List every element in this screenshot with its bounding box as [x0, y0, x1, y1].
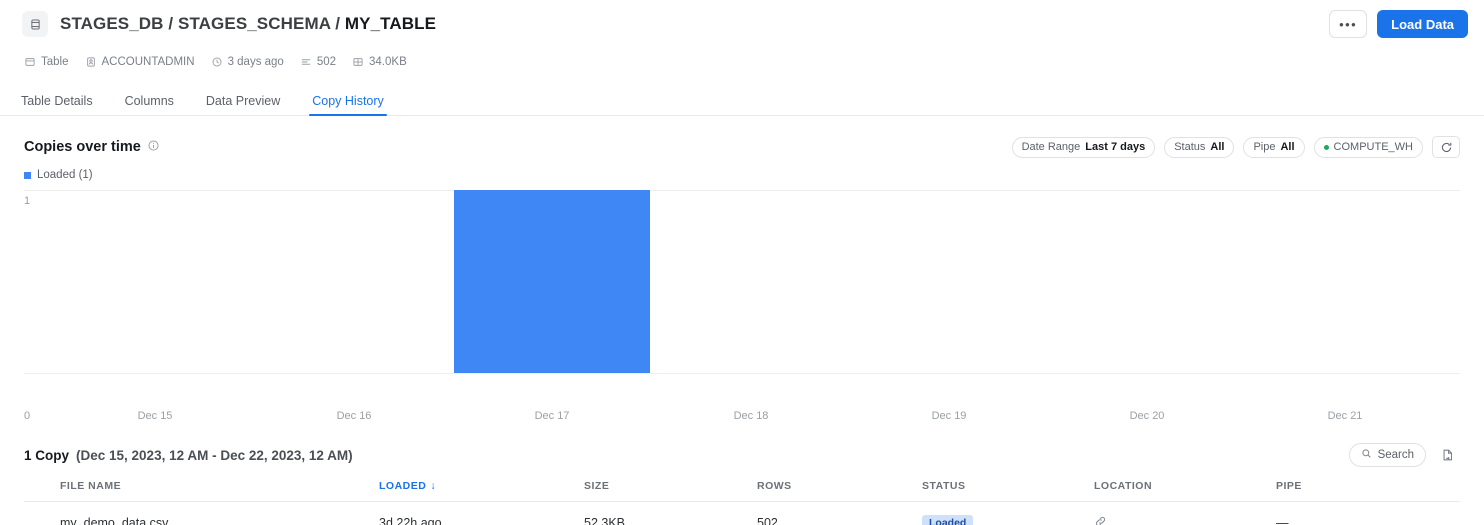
col-rows[interactable]: ROWS [757, 470, 922, 502]
x-tick-dec-17: Dec 17 [535, 410, 570, 422]
x-tick-dec-15: Dec 15 [138, 410, 173, 422]
filter-date-range-value: Last 7 days [1085, 141, 1145, 153]
user-badge-icon [85, 56, 97, 68]
x-tick-dec-18: Dec 18 [734, 410, 769, 422]
copies-date-range: (Dec 15, 2023, 12 AM - Dec 22, 2023, 12 … [76, 448, 353, 463]
gridline-bottom [24, 373, 1460, 374]
load-data-button[interactable]: Load Data [1377, 10, 1468, 38]
bar-dec-17[interactable] [454, 190, 650, 373]
meta-modified-label: 3 days ago [228, 56, 284, 68]
table-icon [24, 56, 36, 68]
rows-icon [300, 56, 312, 68]
meta-owner: ACCOUNTADMIN [85, 56, 195, 68]
meta-modified: 3 days ago [211, 56, 284, 68]
status-dot-icon [1324, 145, 1329, 150]
x-tick-dec-21: Dec 21 [1328, 410, 1363, 422]
meta-size-label: 34.0KB [369, 56, 407, 68]
gridline-top [24, 190, 1460, 191]
col-location[interactable]: LOCATION [1094, 470, 1276, 502]
chart-plot-area: 1 [24, 190, 1460, 406]
cell-location [1094, 502, 1276, 525]
y-tick-0: 0 [24, 410, 30, 422]
meta-owner-label: ACCOUNTADMIN [102, 56, 195, 68]
meta-object-type: Table [24, 56, 69, 68]
x-tick-dec-19: Dec 19 [932, 410, 967, 422]
col-loaded[interactable]: LOADED ↓ [379, 470, 584, 502]
cell-file-name: my_demo_data.csv [24, 502, 379, 525]
chart-legend: Loaded (1) [0, 166, 1484, 184]
cell-rows: 502 [757, 502, 922, 525]
table-header-row: FILE NAME LOADED ↓ SIZE ROWS STATUS LOCAT… [24, 470, 1460, 502]
legend-label-loaded[interactable]: Loaded (1) [37, 169, 93, 181]
app-header: STAGES_DB / STAGES_SCHEMA / MY_TABLE •••… [0, 0, 1484, 48]
meta-rows-label: 502 [317, 56, 336, 68]
filter-pipe[interactable]: Pipe All [1243, 137, 1304, 158]
copies-table-wrapper: FILE NAME LOADED ↓ SIZE ROWS STATUS LOCAT… [0, 470, 1484, 525]
copies-table-header: 1 Copy (Dec 15, 2023, 12 AM - Dec 22, 20… [0, 440, 1484, 470]
info-icon[interactable] [147, 139, 160, 156]
filter-warehouse[interactable]: COMPUTE_WH [1314, 137, 1423, 158]
cell-loaded: 3d 22h ago [379, 502, 584, 525]
export-icon[interactable] [1436, 443, 1460, 467]
tab-columns[interactable]: Columns [122, 94, 177, 115]
tab-copy-history[interactable]: Copy History [309, 94, 387, 115]
copies-count: 1 Copy [24, 448, 69, 463]
col-pipe[interactable]: PIPE [1276, 470, 1460, 502]
tab-data-preview[interactable]: Data Preview [203, 94, 283, 115]
tab-table-details[interactable]: Table Details [18, 94, 96, 115]
meta-rows: 502 [300, 56, 336, 68]
more-options-button[interactable]: ••• [1329, 10, 1367, 38]
cell-pipe: — [1276, 502, 1460, 525]
table-row[interactable]: my_demo_data.csv 3d 22h ago 52.3KB 502 L… [24, 502, 1460, 525]
col-file-name[interactable]: FILE NAME [24, 470, 379, 502]
x-tick-dec-16: Dec 16 [337, 410, 372, 422]
filter-warehouse-value: COMPUTE_WH [1334, 141, 1413, 153]
y-tick-1: 1 [24, 195, 30, 207]
clock-icon [211, 56, 223, 68]
search-icon [1361, 448, 1372, 462]
status-badge: Loaded [922, 515, 973, 525]
link-icon[interactable] [1094, 515, 1107, 525]
col-status[interactable]: STATUS [922, 470, 1094, 502]
meta-size: 34.0KB [352, 56, 407, 68]
x-tick-dec-20: Dec 20 [1130, 410, 1165, 422]
chart-header: Copies over time Date Range Last 7 days … [0, 130, 1484, 164]
filter-status-label: Status [1174, 141, 1205, 153]
breadcrumb-leaf: MY_TABLE [345, 14, 436, 33]
legend-swatch-loaded [24, 172, 31, 179]
filter-status[interactable]: Status All [1164, 137, 1234, 158]
filter-date-range[interactable]: Date Range Last 7 days [1012, 137, 1156, 158]
filter-status-value: All [1210, 141, 1224, 153]
cell-status: Loaded [922, 502, 1094, 525]
col-size[interactable]: SIZE [584, 470, 757, 502]
object-metadata-bar: Table ACCOUNTADMIN 3 days ago 502 34.0K [0, 50, 1484, 74]
copies-table: FILE NAME LOADED ↓ SIZE ROWS STATUS LOCAT… [24, 470, 1460, 525]
sort-down-icon: ↓ [430, 480, 436, 492]
cell-size: 52.3KB [584, 502, 757, 525]
filter-pipe-value: All [1280, 141, 1294, 153]
database-icon [22, 11, 48, 37]
col-loaded-label: LOADED [379, 480, 426, 492]
refresh-icon[interactable] [1432, 136, 1460, 158]
tab-bar: Table Details Columns Data Preview Copy … [0, 88, 1484, 116]
meta-object-type-label: Table [41, 56, 69, 68]
search-button[interactable]: Search [1349, 443, 1426, 467]
breadcrumb-path: STAGES_DB / STAGES_SCHEMA / [60, 14, 345, 33]
breadcrumb[interactable]: STAGES_DB / STAGES_SCHEMA / MY_TABLE [60, 14, 436, 34]
chart-title: Copies over time [24, 139, 141, 155]
storage-icon [352, 56, 364, 68]
chart-x-axis: 0 Dec 15 Dec 16 Dec 17 Dec 18 Dec 19 Dec… [24, 406, 1460, 428]
chart-title-group: Copies over time [24, 139, 160, 156]
search-button-label: Search [1378, 449, 1414, 461]
filter-pipe-label: Pipe [1253, 141, 1275, 153]
filter-date-range-label: Date Range [1022, 141, 1081, 153]
